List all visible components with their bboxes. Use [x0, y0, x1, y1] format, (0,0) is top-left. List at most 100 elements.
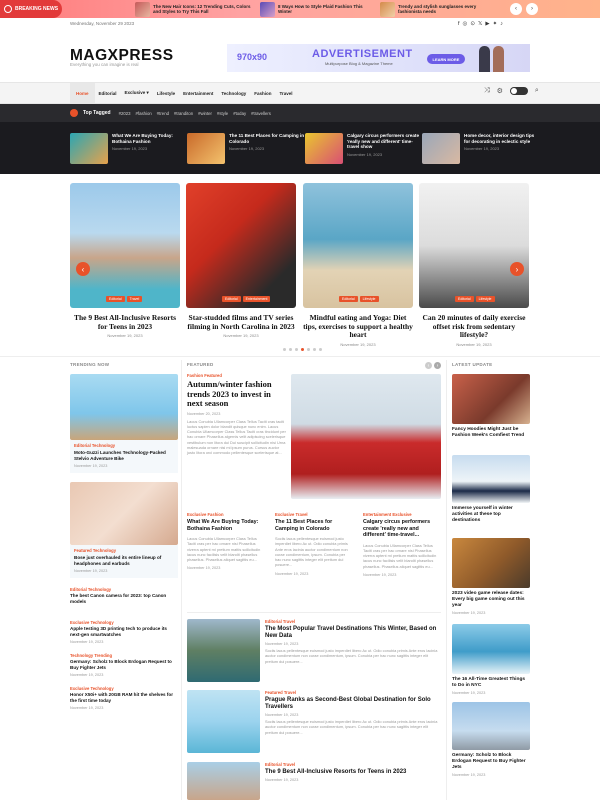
facebook-icon[interactable]: f [458, 21, 460, 27]
featured-column[interactable]: Exclusive Travel The 11 Best Places for … [275, 512, 349, 576]
breaking-item[interactable]: Trendy and stylish sunglasses every fashi… [380, 1, 483, 17]
latest-label: LATEST UPDATE [452, 362, 493, 367]
youtube-icon[interactable]: ▶ [485, 21, 489, 27]
slider-prev-button[interactable]: ‹ [76, 262, 90, 276]
breaking-item[interactable]: The New Hair Icons: 12 Trending Cuts, Co… [135, 1, 253, 17]
nav-lifestyle[interactable]: Lifestyle [153, 83, 179, 103]
slider-dot[interactable] [295, 348, 298, 351]
breaking-prev-button[interactable]: ‹ [510, 3, 522, 15]
tag-link[interactable]: #trend [157, 111, 169, 116]
latest-item[interactable]: The 16 All-Time Greatest Things to Do in… [452, 624, 530, 695]
tag-link[interactable]: #winter [198, 111, 212, 116]
slide-title[interactable]: Can 20 minutes of daily exercise offset … [419, 313, 529, 340]
divider [187, 612, 441, 613]
nav-technology[interactable]: Technology [217, 83, 250, 103]
search-icon[interactable]: ⌕ [535, 87, 539, 95]
top-tagged-title: Top Tagged [83, 110, 111, 116]
slider-card[interactable]: Editorial Lifestyle Mindful eating and Yo… [303, 183, 413, 347]
slide-image: Editorial Entertainment [186, 183, 296, 308]
slider-dot[interactable] [289, 348, 292, 351]
slide-date: November 19, 2023 [456, 341, 492, 347]
nav-entertainment[interactable]: Entertainment [179, 83, 217, 103]
trending-list-item[interactable]: Exclusive Technology Honor X50i+ with 20… [70, 686, 178, 710]
top-tagged-item[interactable]: Home decor, interior design tips for dec… [422, 133, 540, 164]
tag-link[interactable]: #style [217, 111, 228, 116]
latest-item[interactable]: 2023 video game release dates: Every big… [452, 538, 530, 615]
featured-list-item[interactable]: Editorial Travel The Most Popular Travel… [187, 619, 441, 682]
breaking-thumb [135, 1, 150, 17]
featured-list-item[interactable]: Editorial Travel The 9 Best All-Inclusiv… [187, 762, 441, 800]
slider-dots [283, 348, 322, 351]
site-tagline: Everything you can imagine is real [70, 62, 139, 67]
tiktok-icon[interactable]: ♪ [500, 21, 503, 27]
top-tagged-item[interactable]: Calgary circus performers create 'really… [305, 133, 423, 164]
slider-dot-active[interactable] [301, 348, 304, 351]
featured-column[interactable]: Entertainment Exclusive Calgary circus p… [363, 512, 441, 577]
nav-exclusive[interactable]: Exclusive ▾ [121, 83, 153, 103]
tag-link[interactable]: #travellers [251, 111, 271, 116]
latest-item[interactable]: Germany: Scholz to Block Erdogan Request… [452, 702, 530, 777]
shuffle-icon[interactable]: ⤨ [484, 87, 490, 95]
top-tagged-item[interactable]: The 11 Best Places for Camping in Colora… [187, 133, 305, 164]
tag-link[interactable]: #2023 [119, 111, 131, 116]
slider-card[interactable]: Editorial Entertainment Star-studded film… [186, 183, 296, 338]
latest-image [452, 538, 530, 588]
gear-icon[interactable]: ⚙ [497, 87, 503, 95]
trending-card[interactable]: Featured Technology Bose just overhauled… [70, 482, 178, 578]
top-tagged-thumb [422, 133, 460, 164]
column-divider [181, 360, 182, 800]
featured-label: FEATURED [187, 362, 214, 367]
slide-title[interactable]: The 9 Best All-Inclusive Resorts for Tee… [70, 313, 180, 331]
slider-dot[interactable] [283, 348, 286, 351]
trending-list-item[interactable]: Technology Trending Germany: Scholz to B… [70, 653, 178, 677]
featured-column[interactable]: Exclusive Fashion What We Are Buying Tod… [187, 512, 261, 570]
section-divider [0, 356, 600, 357]
slide-image: Editorial Lifestyle [303, 183, 413, 308]
featured-main-title[interactable]: Autumn/winter fashion trends 2023 to inv… [187, 379, 287, 409]
slider-dot[interactable] [313, 348, 316, 351]
featured-prev-button[interactable]: ‹ [425, 362, 432, 369]
tag-link[interactable]: #tranditon [174, 111, 193, 116]
nav-editorial[interactable]: Editorial [95, 83, 121, 103]
nav-home[interactable]: Home [70, 83, 95, 103]
vimeo-icon[interactable]: ✦ [493, 21, 498, 27]
trending-list-item[interactable]: Editorial Technology The best Canon came… [70, 587, 178, 605]
instagram-icon[interactable]: ◎ [463, 21, 468, 27]
advertisement-banner[interactable]: 970x90 ADVERTISEMENT Multipurpose Blog &… [227, 44, 530, 72]
tag-link[interactable]: #fashion [136, 111, 152, 116]
trending-card[interactable]: Editorial Technology Moto-Guzzi Launches… [70, 374, 178, 473]
ad-learn-more-button[interactable]: LEARN MORE [427, 54, 465, 64]
featured-list-image [187, 762, 260, 800]
latest-item[interactable]: Immerse yourself in winter activities at… [452, 455, 530, 524]
breaking-news-label: BREAKING NEWS [0, 0, 62, 18]
slider-dot[interactable] [319, 348, 322, 351]
featured-next-button[interactable]: › [434, 362, 441, 369]
slider-card[interactable]: Editorial Travel The 9 Best All-Inclusive… [70, 183, 180, 338]
latest-image [452, 374, 530, 424]
x-icon[interactable]: 𝕏 [478, 21, 482, 27]
dark-mode-toggle[interactable] [509, 87, 528, 95]
social-icons: f ◎ ⊙ 𝕏 ▶ ✦ ♪ [458, 21, 503, 27]
slide-title[interactable]: Star-studded films and TV series filming… [186, 313, 296, 331]
trending-image [70, 374, 178, 440]
top-tagged-section: Top Tagged #2023 #fashion #trend #trandi… [0, 104, 600, 174]
slider-next-button[interactable]: › [510, 262, 524, 276]
slide-title[interactable]: Mindful eating and Yoga: Diet tips, exer… [303, 313, 413, 340]
column-divider [446, 360, 447, 800]
top-tagged-item[interactable]: What We Are Buying Today: Bothaina Fashi… [70, 133, 188, 164]
tag-link[interactable]: #today [233, 111, 246, 116]
featured-main-image[interactable] [291, 374, 441, 499]
latest-item[interactable]: Fancy Hoodies Might Just be Fashion Week… [452, 374, 530, 439]
pinterest-icon[interactable]: ⊙ [470, 21, 475, 27]
nav-fashion[interactable]: Fashion [250, 83, 275, 103]
latest-image [452, 624, 530, 674]
nav-travel[interactable]: Travel [276, 83, 297, 103]
trending-list-item[interactable]: Exclusive Technology Apple testing 3D pr… [70, 620, 178, 644]
slide-date: November 19, 2023 [223, 333, 259, 339]
fire-icon [70, 109, 78, 117]
featured-list-item[interactable]: Featured Travel Prague Ranks as Second-B… [187, 690, 441, 753]
breaking-next-button[interactable]: › [526, 3, 538, 15]
breaking-item[interactable]: 8 Ways How to Style Plaid Fashion This Wi… [260, 1, 373, 17]
slider-dot[interactable] [307, 348, 310, 351]
slide-date: November 19, 2023 [340, 341, 376, 347]
